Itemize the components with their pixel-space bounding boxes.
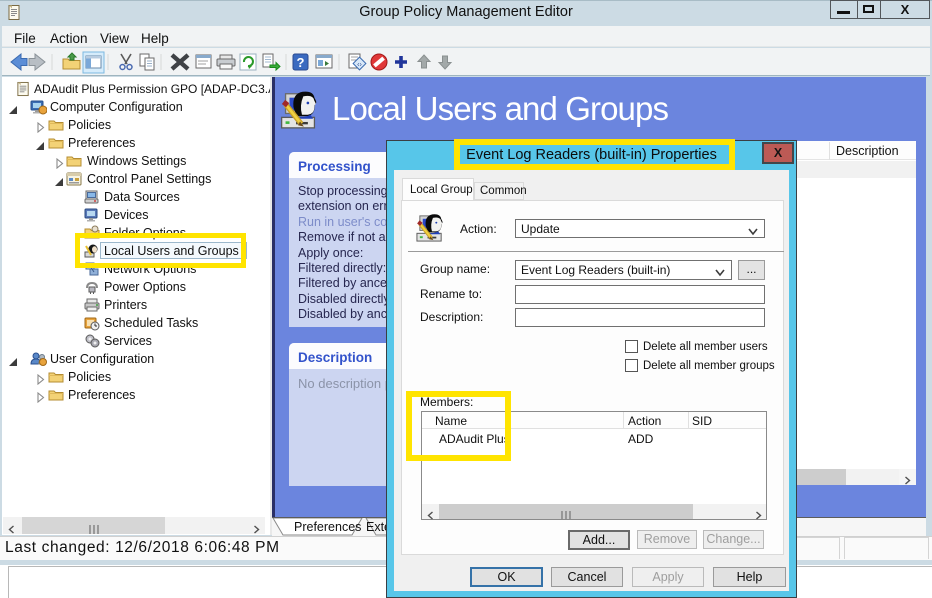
svg-text:?: ? — [297, 55, 305, 70]
svg-text:‹›: ‹› — [357, 62, 362, 69]
